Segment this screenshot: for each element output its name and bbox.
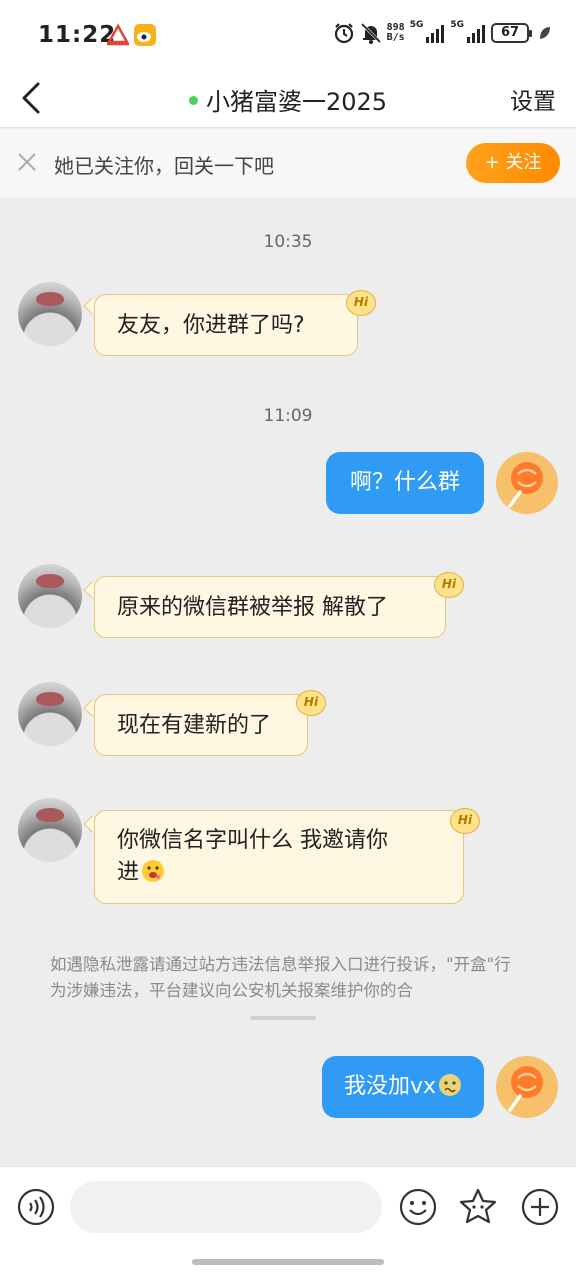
- sticker-icon[interactable]: [458, 1187, 498, 1227]
- follow-button[interactable]: + 关注: [466, 143, 560, 183]
- notification-app-icon: [106, 24, 130, 46]
- hi-badge-icon: Hi: [450, 808, 480, 834]
- signal-1-label: 5G: [409, 20, 424, 30]
- contact-avatar[interactable]: [18, 682, 82, 746]
- message-text: 啊？什么群: [349, 470, 460, 495]
- contact-avatar[interactable]: [18, 564, 82, 628]
- message-text: 友友，你进群了吗?: [117, 313, 305, 338]
- voice-icon[interactable]: [16, 1187, 56, 1227]
- message-bubble-incoming[interactable]: 原来的微信群被举报 解散了: [94, 576, 446, 638]
- plus-icon[interactable]: [520, 1187, 560, 1227]
- mute-bell-icon: [360, 22, 381, 44]
- battery-indicator: 67: [491, 23, 532, 43]
- chat-title-text: 小猪富婆一2025: [205, 88, 388, 116]
- contact-avatar[interactable]: [18, 798, 82, 862]
- signal-2-label: 5G: [450, 20, 464, 30]
- truncation-fade: [250, 1016, 316, 1020]
- follow-back-banner: 她已关注你，回关一下吧 + 关注: [0, 129, 576, 197]
- message-bubble-incoming[interactable]: 你微信名字叫什么 我邀请你 进: [94, 810, 464, 904]
- signal-2-icon: [467, 25, 485, 43]
- my-avatar[interactable]: [496, 452, 558, 514]
- leaf-icon: [540, 27, 550, 39]
- weibo-icon: [134, 24, 156, 46]
- message-bubble-incoming[interactable]: 友友，你进群了吗?: [94, 294, 358, 356]
- privacy-notice: 如遇隐私泄露请通过站方违法信息举报入口进行投诉，"开盒"行为涉嫌违法，平台建议向…: [50, 955, 511, 1000]
- timestamp: 10:35: [263, 232, 313, 252]
- my-avatar[interactable]: [496, 1056, 558, 1118]
- chat-title: 小猪富婆一2025: [0, 82, 576, 117]
- signal-1-icon: [426, 25, 445, 43]
- online-status-dot: [188, 95, 198, 105]
- message-text-line: 进: [117, 860, 140, 885]
- message-text: 原来的微信群被举报 解散了: [117, 595, 388, 620]
- message-text: 现在有建新的了: [117, 713, 272, 738]
- drooling-emoji-icon: [142, 860, 165, 882]
- home-indicator[interactable]: [192, 1259, 384, 1265]
- follow-prompt-text: 她已关注你，回关一下吧: [54, 154, 274, 178]
- close-icon[interactable]: [16, 151, 38, 173]
- message-input[interactable]: [70, 1181, 382, 1233]
- message-bubble-incoming[interactable]: 现在有建新的了: [94, 694, 308, 756]
- lollipop-icon: [508, 1066, 543, 1112]
- emoji-icon[interactable]: [398, 1187, 438, 1227]
- nav-bar: 小猪富婆一2025 设置: [0, 68, 576, 128]
- net-speed: 898 B/s: [386, 22, 405, 43]
- message-bubble-outgoing[interactable]: 啊？什么群: [326, 452, 484, 514]
- hi-badge-icon: Hi: [434, 572, 464, 598]
- message-text-line: 你微信名字叫什么 我邀请你: [117, 828, 388, 853]
- status-time: 11:22: [38, 22, 117, 48]
- alarm-icon: [334, 23, 353, 44]
- hi-badge-icon: Hi: [346, 290, 376, 316]
- message-bubble-outgoing[interactable]: 我没加vx: [322, 1056, 484, 1118]
- timestamp: 11:09: [263, 406, 313, 426]
- status-bar: 11:22 898 B/s 5G 5G 67: [0, 0, 576, 68]
- hi-badge-icon: Hi: [296, 690, 326, 716]
- settings-button[interactable]: 设置: [510, 82, 556, 116]
- sick-emoji-icon: [439, 1074, 462, 1096]
- input-bar: [0, 1166, 576, 1280]
- message-text: 我没加vx: [343, 1074, 437, 1099]
- contact-avatar[interactable]: [18, 282, 82, 346]
- lollipop-icon: [508, 462, 543, 508]
